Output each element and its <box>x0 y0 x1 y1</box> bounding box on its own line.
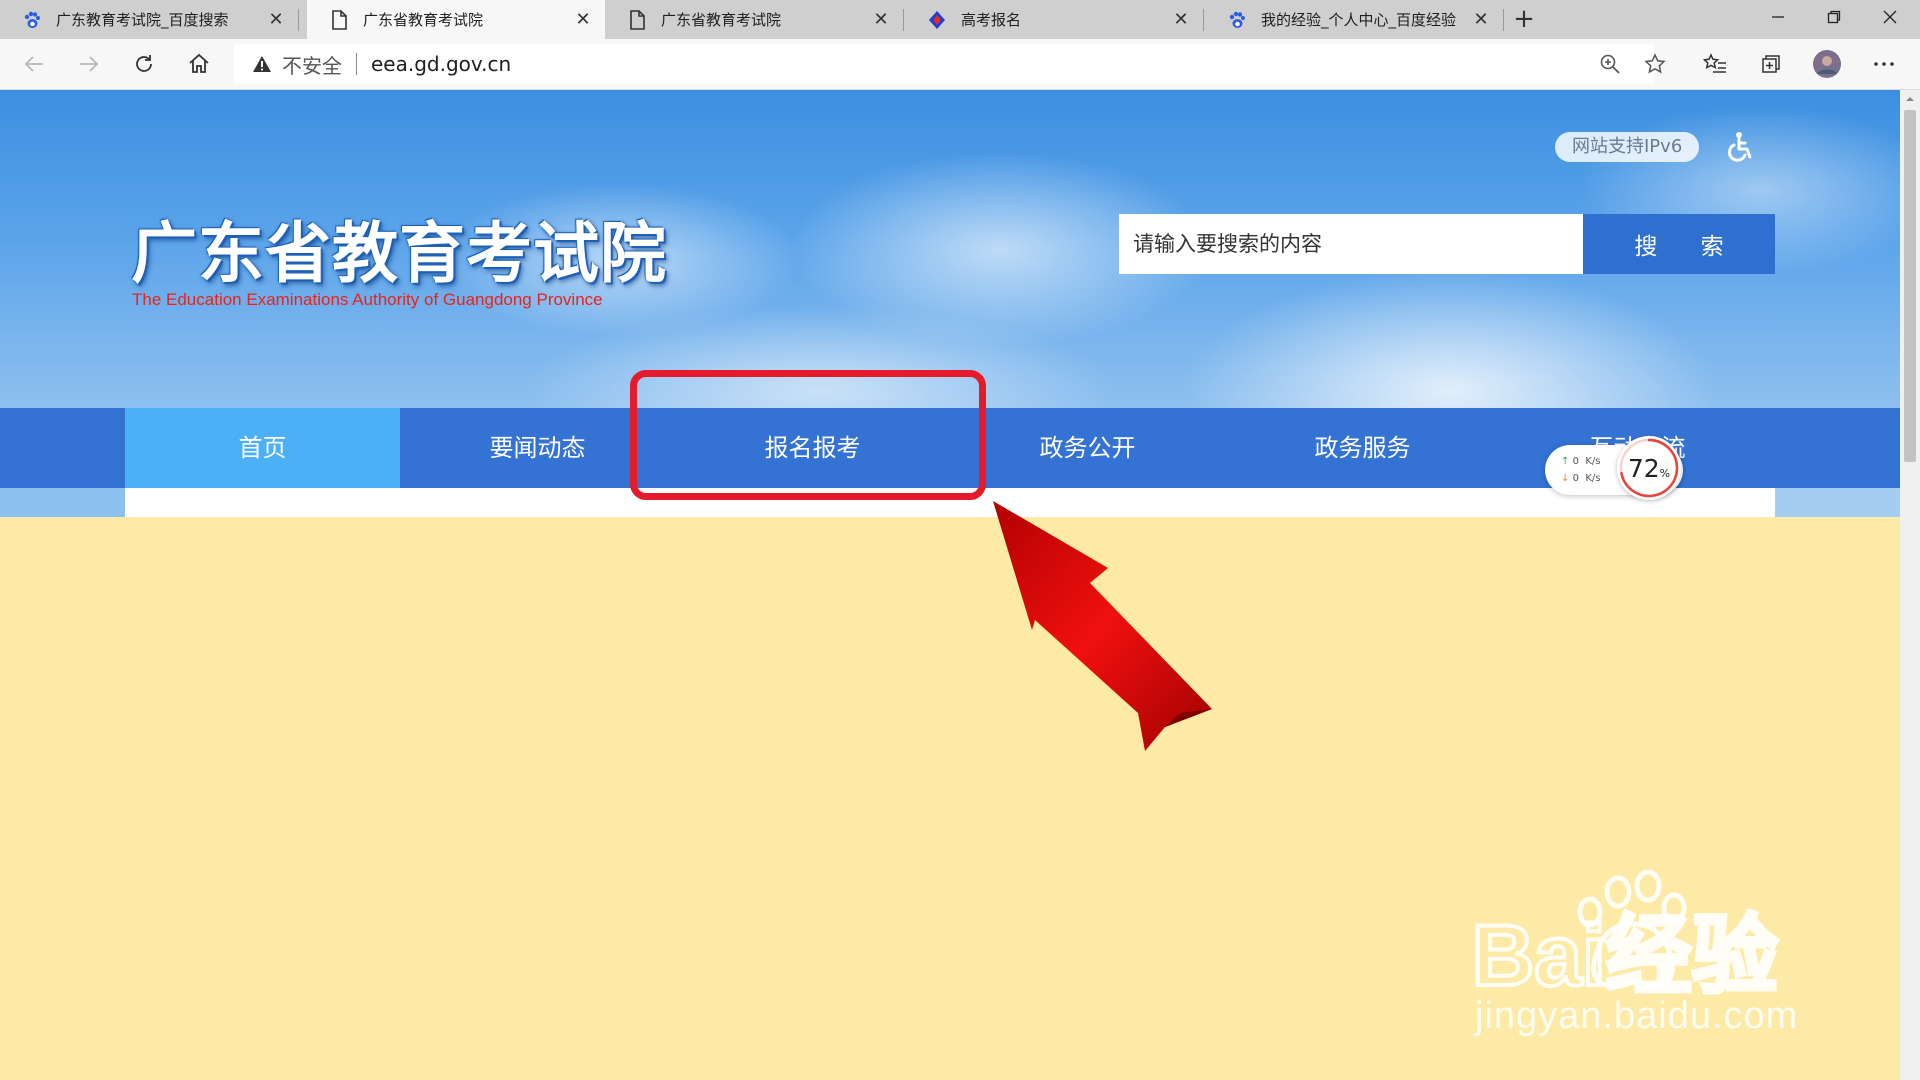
highlight-box <box>630 370 986 500</box>
collections-button[interactable] <box>1749 39 1793 89</box>
back-button[interactable] <box>12 39 56 89</box>
tab-separator <box>1503 9 1504 31</box>
more-menu-button[interactable] <box>1862 39 1906 89</box>
gauge-percent: 72% <box>1627 454 1671 483</box>
ipv6-badge: 网站支持IPv6 <box>1555 132 1700 162</box>
favorite-button[interactable] <box>1633 39 1677 89</box>
upload-unit: K/s <box>1585 456 1601 467</box>
site-header: 广东省教育考试院 The Education Examinations Auth… <box>0 90 1900 408</box>
tab-close-icon[interactable]: ✕ <box>266 9 286 30</box>
tab-close-icon[interactable]: ✕ <box>1171 9 1191 30</box>
baidu-paw-icon <box>1227 10 1247 30</box>
tab-title: 高考报名 <box>961 11 1022 29</box>
gaokao-logo-icon <box>927 10 947 30</box>
forward-button[interactable] <box>67 39 111 89</box>
upload-arrow-icon: ↑ <box>1561 456 1570 467</box>
star-icon <box>1644 53 1666 74</box>
tab-eea-active[interactable]: 广东省教育考试院 ✕ <box>307 0 605 39</box>
close-window-button[interactable] <box>1862 0 1918 39</box>
download-unit: K/s <box>1585 473 1601 484</box>
minimize-button[interactable] <box>1750 0 1806 39</box>
tab-title: 广东省教育考试院 <box>363 11 484 29</box>
favorites-list-icon <box>1703 53 1726 73</box>
memory-usage-gauge[interactable]: 72% <box>1617 436 1681 500</box>
security-label[interactable]: 不安全 <box>282 50 342 79</box>
nav-item-home[interactable]: 首页 <box>125 408 400 488</box>
home-icon <box>189 53 209 73</box>
search-input[interactable] <box>1119 214 1583 274</box>
tab-title: 广东教育考试院_百度搜索 <box>56 11 229 29</box>
baidu-paw-icon <box>22 10 42 30</box>
avatar <box>1813 50 1841 78</box>
tab-close-icon[interactable]: ✕ <box>1471 9 1491 30</box>
page-icon <box>627 9 647 30</box>
search-button[interactable]: 搜 索 <box>1583 214 1775 274</box>
tab-close-icon[interactable]: ✕ <box>573 9 593 30</box>
new-tab-button[interactable]: + <box>1506 0 1542 39</box>
nav-item-government-services[interactable]: 政务服务 <box>1225 408 1500 488</box>
tab-separator <box>298 9 299 31</box>
forward-arrow-icon <box>80 56 99 72</box>
tab-eea-2[interactable]: 广东省教育考试院 ✕ <box>605 0 903 39</box>
tab-separator <box>903 9 904 31</box>
tab-baidu-jingyan[interactable]: 我的经验_个人中心_百度经验 ✕ <box>1205 0 1503 39</box>
tab-title: 广东省教育考试院 <box>661 11 782 29</box>
warning-icon[interactable] <box>252 53 274 75</box>
collections-icon <box>1762 55 1780 73</box>
site-logo-subtitle: The Education Examinations Authority of … <box>132 290 603 309</box>
tab-separator <box>1203 9 1204 31</box>
nav-item-government-affairs[interactable]: 政务公开 <box>950 408 1225 488</box>
red-arrow-icon <box>993 501 1212 751</box>
tab-gaokao[interactable]: 高考报名 ✕ <box>905 0 1203 39</box>
vertical-scrollbar[interactable] <box>1900 90 1920 1080</box>
restore-icon <box>1827 10 1841 24</box>
watermark-url: jingyan.baidu.com <box>1475 995 1799 1037</box>
scroll-thumb[interactable] <box>1904 110 1916 462</box>
watermark-logo-text: Bai经验 <box>1472 908 1778 1004</box>
page-icon <box>329 9 349 30</box>
refresh-button[interactable] <box>122 39 166 89</box>
more-dots-icon <box>1874 62 1894 66</box>
tab-strip: 广东教育考试院_百度搜索 ✕ 广东省教育考试院 ✕ 广东省教育考试院 ✕ 高考报… <box>0 0 1920 39</box>
home-button[interactable] <box>177 39 221 89</box>
back-arrow-icon <box>24 56 43 72</box>
tab-title: 我的经验_个人中心_百度经验 <box>1261 11 1457 29</box>
download-value: 0 <box>1572 473 1579 484</box>
speed-readout: ↑ 0 K/s ↓ 0 K/s <box>1561 453 1600 487</box>
scroll-up-icon[interactable] <box>1900 90 1920 108</box>
header-bottom-left <box>0 488 125 517</box>
restore-button[interactable] <box>1806 0 1862 39</box>
zoom-button[interactable] <box>1588 39 1632 89</box>
close-icon <box>1883 10 1897 24</box>
refresh-icon <box>136 55 152 72</box>
profile-button[interactable] <box>1805 39 1849 89</box>
header-bottom-right <box>1775 488 1900 517</box>
url-divider <box>356 53 357 75</box>
url-text[interactable]: eea.gd.gov.cn <box>371 52 511 76</box>
favorites-list-button[interactable] <box>1693 39 1737 89</box>
download-arrow-icon: ↓ <box>1561 473 1570 484</box>
zoom-icon <box>1600 54 1620 74</box>
tab-close-icon[interactable]: ✕ <box>871 9 891 30</box>
tab-baidu-search[interactable]: 广东教育考试院_百度搜索 ✕ <box>0 0 298 39</box>
browser-toolbar: 不安全 eea.gd.gov.cn <box>0 39 1920 90</box>
site-logo-title[interactable]: 广东省教育考试院 <box>131 200 667 296</box>
accessibility-icon[interactable] <box>1724 130 1758 164</box>
address-bar[interactable]: 不安全 eea.gd.gov.cn <box>234 44 1654 84</box>
minimize-icon <box>1772 16 1784 18</box>
upload-value: 0 <box>1572 456 1579 467</box>
